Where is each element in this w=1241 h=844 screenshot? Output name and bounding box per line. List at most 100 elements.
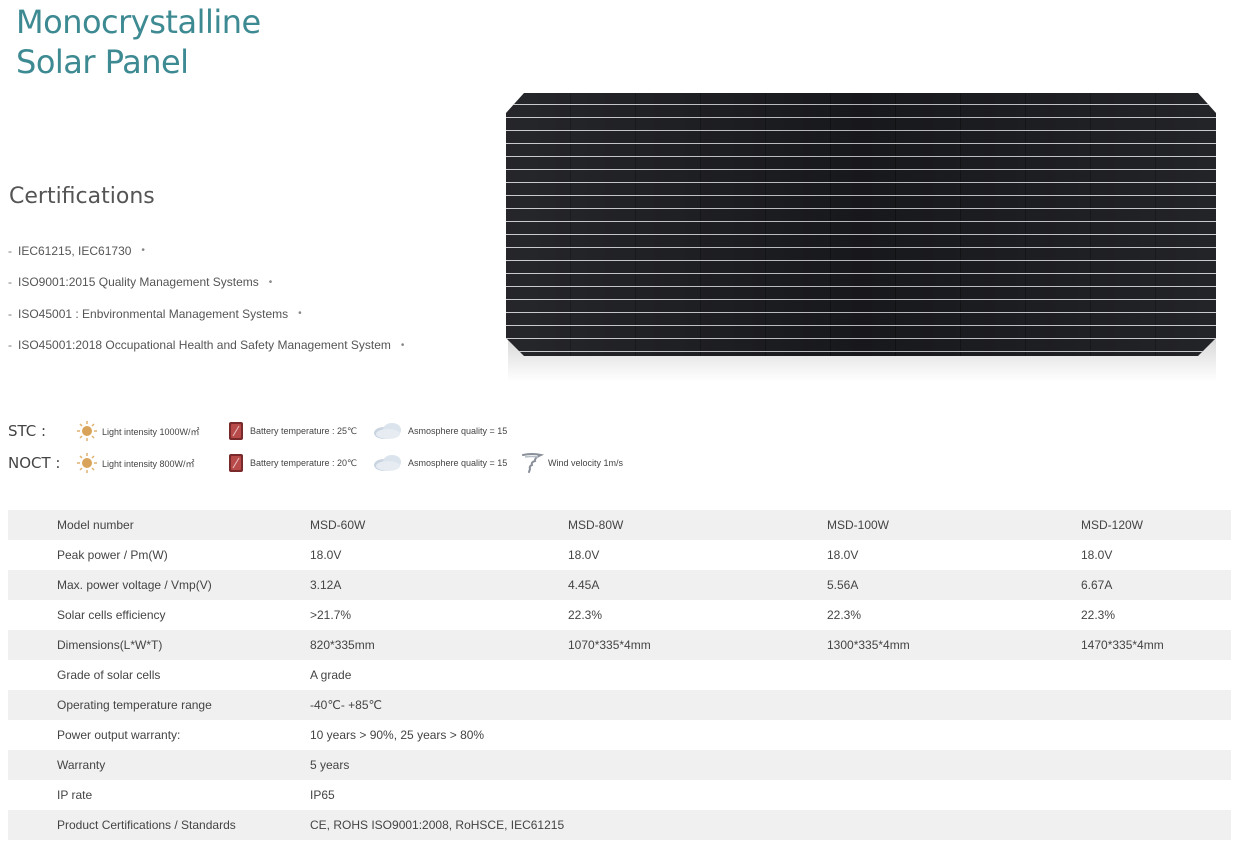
spec-value-cell: MSD-60W (310, 510, 568, 540)
noct-light-text: Light intensity 800W/㎡ (102, 458, 195, 469)
stc-light-text: Light intensity 1000W/㎡ (102, 426, 200, 437)
stc-light-intensity: Light intensity 1000W/㎡ (76, 420, 226, 442)
certification-text: ISO45001 : Enbvironmental Management Sys… (18, 306, 289, 321)
noct-conditions: NOCT : Light intensity 800W/㎡ Battery te… (8, 450, 623, 476)
spec-value-cell (827, 750, 1081, 780)
table-row: Solar cells efficiency >21.7% 22.3% 22.3% 22… (8, 600, 1231, 630)
solar-panel-photo (506, 93, 1216, 356)
sun-icon (77, 453, 97, 473)
stc-conditions: STC : Light intensity 1000W/㎡ Battery te… (8, 418, 520, 444)
spec-value-cell: 3.12A (310, 570, 568, 600)
spec-label-cell: IP rate (57, 788, 93, 802)
spec-value-cell: >21.7% (310, 608, 352, 622)
table-row: Grade of solar cells A grade (8, 660, 1231, 690)
spec-value-cell: 4.45A (568, 570, 827, 600)
dash-icon: - (8, 306, 12, 321)
spec-value-cell: 1070*335*4mm (568, 630, 827, 660)
table-row: Operating temperature range -40℃- +85℃ (8, 690, 1231, 720)
spec-label-cell: Operating temperature range (8, 690, 310, 720)
spec-value-cell: 22.3% (827, 608, 862, 622)
spec-label-cell: Grade of solar cells (57, 668, 161, 682)
battery-icon (229, 422, 243, 440)
specifications-table: Model number MSD-60W MSD-80W MSD-100W MSD-12… (8, 510, 1231, 840)
spec-value-cell: A grade (310, 668, 352, 682)
spec-value-cell (1081, 780, 1231, 810)
spec-value-cell: 6.67A (1081, 570, 1231, 600)
spec-label-cell: Model number (8, 510, 310, 540)
table-row: Peak power / Pm(W) 18.0V 18.0V 18.0V 18.0V (8, 540, 1231, 570)
noct-wind-text: Wind velocity 1m/s (548, 458, 624, 468)
spec-value-cell (568, 660, 827, 690)
dash-icon: - (8, 243, 12, 258)
spec-value-cell: CE, ROHS ISO9001:2008, RoHSCE, IEC61215 (310, 810, 568, 840)
table-row: Product Certifications / Standards CE, RO… (8, 810, 1231, 840)
table-row: IP rate IP65 (8, 780, 1231, 810)
certification-text: ISO9001:2015 Quality Management Systems (18, 275, 259, 290)
spec-value-cell: IP65 (310, 788, 335, 802)
spec-value-cell: 18.0V (568, 548, 600, 562)
spec-value-cell: -40℃- +85℃ (310, 690, 568, 720)
noct-atmosphere-text: Asmosphere quality = 15 (408, 458, 508, 468)
stc-label: STC : (8, 422, 47, 440)
spec-value-cell (568, 810, 827, 840)
spec-value-cell (1081, 720, 1231, 750)
spec-value-cell (827, 690, 1081, 720)
dash-icon: - (8, 275, 12, 290)
spec-value-cell: 22.3% (568, 608, 603, 622)
spec-label-cell: Warranty (8, 750, 310, 780)
bullet-icon: • (298, 308, 302, 320)
spec-value-cell: MSD-100W (827, 510, 1081, 540)
spec-value-cell (827, 780, 1081, 810)
spec-label-cell: Product Certifications / Standards (8, 810, 310, 840)
certification-item: - IEC61215, IEC61730 • (8, 235, 404, 267)
spec-value-cell: 820*335mm (310, 630, 568, 660)
battery-icon (229, 454, 243, 472)
spec-value-cell (568, 720, 827, 750)
cloud-icon (374, 455, 401, 471)
spec-label-cell: Peak power / Pm(W) (57, 548, 168, 562)
noct-battery-text: Battery temperature : 20℃ (250, 457, 358, 468)
stc-atmosphere-text: Asmosphere quality = 15 (408, 426, 508, 436)
spec-value-cell (827, 660, 1081, 690)
noct-atmosphere-quality: Asmosphere quality = 15 (372, 453, 520, 473)
spec-label-cell: Max. power voltage / Vmp(V) (8, 570, 310, 600)
spec-value-cell (827, 810, 1081, 840)
spec-value-cell (1081, 690, 1231, 720)
spec-label-cell: Dimensions(L*W*T) (8, 630, 310, 660)
certification-text: ISO45001:2018 Occupational Health and Sa… (18, 338, 391, 353)
certification-text: IEC61215, IEC61730 (18, 243, 132, 258)
certifications-list: - IEC61215, IEC61730 • - ISO9001:2015 Qu… (8, 235, 404, 361)
spec-value-cell: 1470*335*4mm (1081, 630, 1231, 660)
spec-value-cell (568, 690, 827, 720)
table-row: Warranty 5 years (8, 750, 1231, 780)
bullet-icon: • (141, 245, 145, 257)
spec-value-cell: MSD-120W (1081, 510, 1231, 540)
table-row: Model number MSD-60W MSD-80W MSD-100W MSD-12… (8, 510, 1231, 540)
certification-item: - ISO45001 : Enbvironmental Management S… (8, 298, 404, 330)
stc-battery-temperature: Battery temperature : 25℃ (226, 420, 372, 442)
table-row: Max. power voltage / Vmp(V) 3.12A 4.45A 5.5… (8, 570, 1231, 600)
spec-value-cell: 18.0V (1081, 548, 1113, 562)
spec-label-cell: Power output warranty: (57, 728, 181, 742)
sun-icon (77, 421, 97, 441)
bullet-icon: • (268, 276, 273, 288)
cloud-icon (374, 423, 401, 439)
spec-value-cell (568, 780, 827, 810)
bullet-icon: • (400, 339, 405, 351)
noct-battery-temperature: Battery temperature : 20℃ (226, 452, 372, 474)
spec-value-cell (827, 720, 1081, 750)
noct-label: NOCT : (8, 454, 61, 472)
spec-value-cell: 22.3% (1081, 608, 1116, 622)
certification-item: - ISO45001:2018 Occupational Health and … (8, 330, 404, 362)
spec-value-cell: 1300*335*4mm (827, 630, 1081, 660)
stc-battery-text: Battery temperature : 25℃ (250, 425, 358, 436)
dash-icon: - (8, 338, 12, 353)
spec-value-cell: 10 years > 90%, 25 years > 80% (310, 728, 485, 742)
page-title: Monocrystalline Solar Panel (16, 2, 261, 82)
spec-value-cell: MSD-80W (568, 510, 827, 540)
stc-atmosphere-quality: Asmosphere quality = 15 (372, 421, 520, 441)
table-row: Dimensions(L*W*T) 820*335mm 1070*335*4mm 13… (8, 630, 1231, 660)
certification-item: - ISO9001:2015 Quality Management System… (8, 267, 404, 299)
solar-panel-image (496, 76, 1222, 384)
spec-value-cell: 5 years (310, 750, 568, 780)
